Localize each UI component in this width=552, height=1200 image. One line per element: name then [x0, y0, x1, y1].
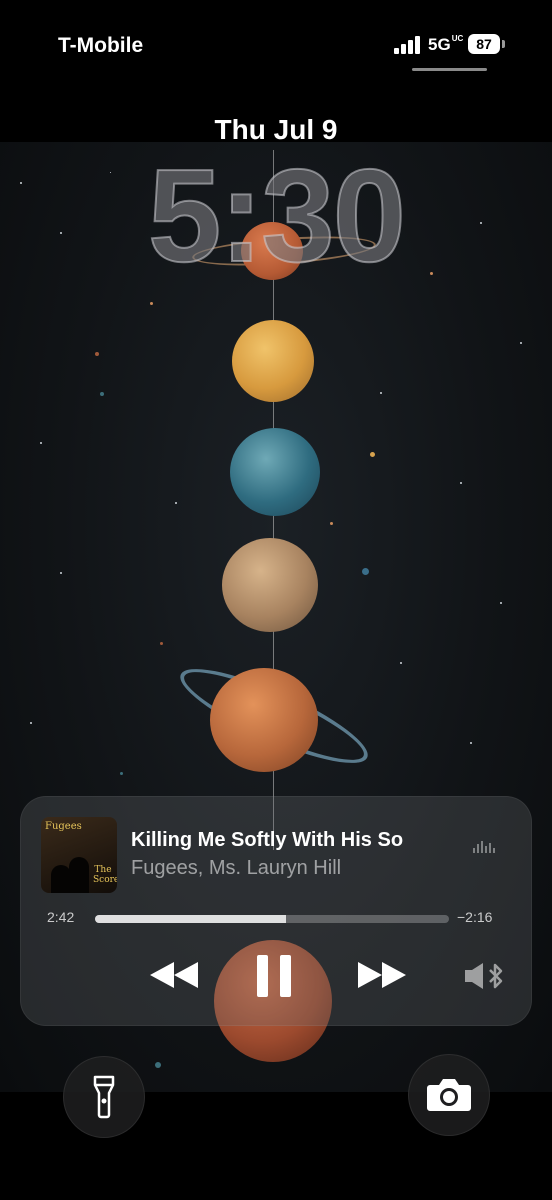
- star: [520, 342, 522, 344]
- star: [155, 1062, 161, 1068]
- planet: [230, 428, 320, 516]
- network-label: 5G: [428, 35, 451, 54]
- album-art-subtitle: The Score: [93, 865, 117, 885]
- camera-button[interactable]: [408, 1054, 490, 1136]
- album-art-figure: [69, 857, 89, 893]
- control-center-indicator[interactable]: [412, 68, 487, 71]
- speaker-bluetooth-icon: [465, 963, 503, 989]
- album-art-figure: [51, 865, 71, 893]
- flashlight-button[interactable]: [63, 1056, 145, 1138]
- song-title: Killing Me Softly With His So: [131, 829, 404, 851]
- progress-fill: [95, 915, 287, 923]
- star: [160, 642, 163, 645]
- fast-forward-button[interactable]: [349, 955, 415, 995]
- camera-icon: [427, 1079, 471, 1111]
- elapsed-time: 2:42: [47, 909, 75, 925]
- planet: [232, 320, 314, 402]
- planet: [210, 668, 318, 772]
- battery-level: 87: [476, 36, 492, 52]
- album-art[interactable]: Fugees The Score: [41, 817, 117, 893]
- pause-icon: [257, 955, 291, 997]
- flashlight-icon: [93, 1075, 115, 1119]
- star: [30, 722, 32, 724]
- star: [370, 452, 375, 457]
- star: [380, 392, 382, 394]
- pause-button[interactable]: [249, 949, 299, 1003]
- star: [175, 502, 177, 504]
- star: [100, 392, 104, 396]
- network-suffix: UC: [451, 34, 464, 43]
- star: [362, 568, 369, 575]
- lock-time: 5:30: [147, 142, 407, 289]
- planet: [222, 538, 318, 632]
- star: [470, 742, 472, 744]
- star: [500, 602, 502, 604]
- now-playing-widget[interactable]: Fugees The Score Killing Me Softly With …: [20, 796, 532, 1026]
- progress-scrubber[interactable]: [95, 915, 449, 923]
- rewind-icon: [150, 962, 198, 988]
- star: [120, 772, 123, 775]
- star: [460, 482, 462, 484]
- star: [150, 302, 153, 305]
- lock-screen: T-Mobile 5GUC 87 Thu Jul 9 5:30 Fugees T…: [0, 0, 552, 1200]
- star: [95, 352, 99, 356]
- star: [400, 662, 402, 664]
- album-art-title: Fugees: [45, 821, 82, 832]
- rewind-button[interactable]: [141, 955, 207, 995]
- battery-icon: 87: [468, 34, 500, 54]
- star: [60, 572, 62, 574]
- remaining-time: −2:16: [457, 909, 493, 925]
- artist-name: Fugees, Ms. Lauryn Hill: [131, 857, 342, 879]
- battery-tip: [502, 40, 505, 48]
- star: [330, 522, 333, 525]
- status-bar: T-Mobile 5GUC 87: [0, 0, 552, 90]
- carrier-label: T-Mobile: [58, 34, 144, 57]
- audio-output-button[interactable]: [461, 959, 507, 993]
- audio-waveform-icon: [473, 841, 499, 853]
- fast-forward-icon: [358, 962, 406, 988]
- star: [40, 442, 42, 444]
- signal-strength-icon: [394, 36, 420, 54]
- network-type: 5GUC: [428, 35, 463, 55]
